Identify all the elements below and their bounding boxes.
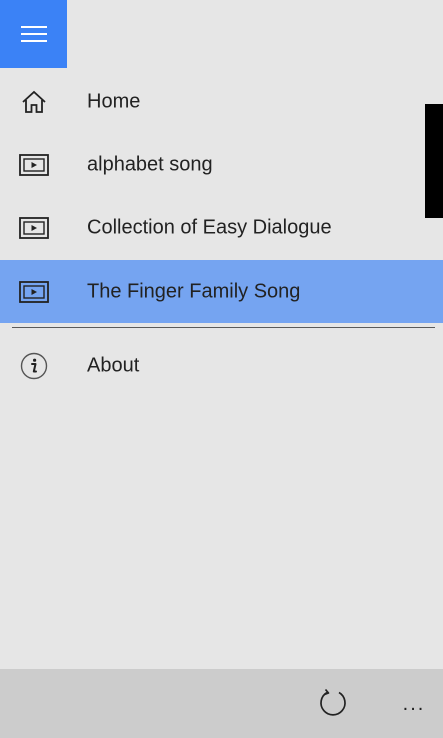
hamburger-icon xyxy=(20,26,47,42)
frame-counter: 000 002 xyxy=(425,104,443,218)
video-icon xyxy=(18,151,50,179)
nav-item-the-finger-family-song[interactable]: The Finger Family Song xyxy=(0,260,443,323)
refresh-icon xyxy=(320,688,346,716)
app-window: Home alphabet song Collection of Easy Di… xyxy=(0,0,443,738)
counter-bottom-value: 002 xyxy=(439,181,443,205)
divider xyxy=(12,327,435,328)
home-icon xyxy=(18,88,50,116)
video-icon xyxy=(18,278,50,306)
video-icon xyxy=(18,214,50,242)
nav-item-collection-of-easy-dialogue[interactable]: Collection of Easy Dialogue xyxy=(0,197,443,259)
hamburger-menu-button[interactable] xyxy=(0,0,67,68)
counter-top-value: 000 xyxy=(439,125,443,149)
more-options-button[interactable]: ... xyxy=(396,691,432,717)
nav-item-label: Collection of Easy Dialogue xyxy=(87,216,332,239)
nav-item-label: The Finger Family Song xyxy=(87,280,301,302)
info-icon xyxy=(18,352,50,380)
app-bar: ... xyxy=(0,669,443,738)
nav-item-home[interactable]: Home xyxy=(0,71,443,133)
nav-item-about[interactable]: About xyxy=(0,335,443,397)
nav-item-label: alphabet song xyxy=(87,153,213,176)
nav-item-label: About xyxy=(87,354,140,377)
nav-item-label: Home xyxy=(87,90,141,113)
refresh-button[interactable] xyxy=(312,681,354,723)
nav-item-alphabet-song[interactable]: alphabet song xyxy=(0,134,443,196)
